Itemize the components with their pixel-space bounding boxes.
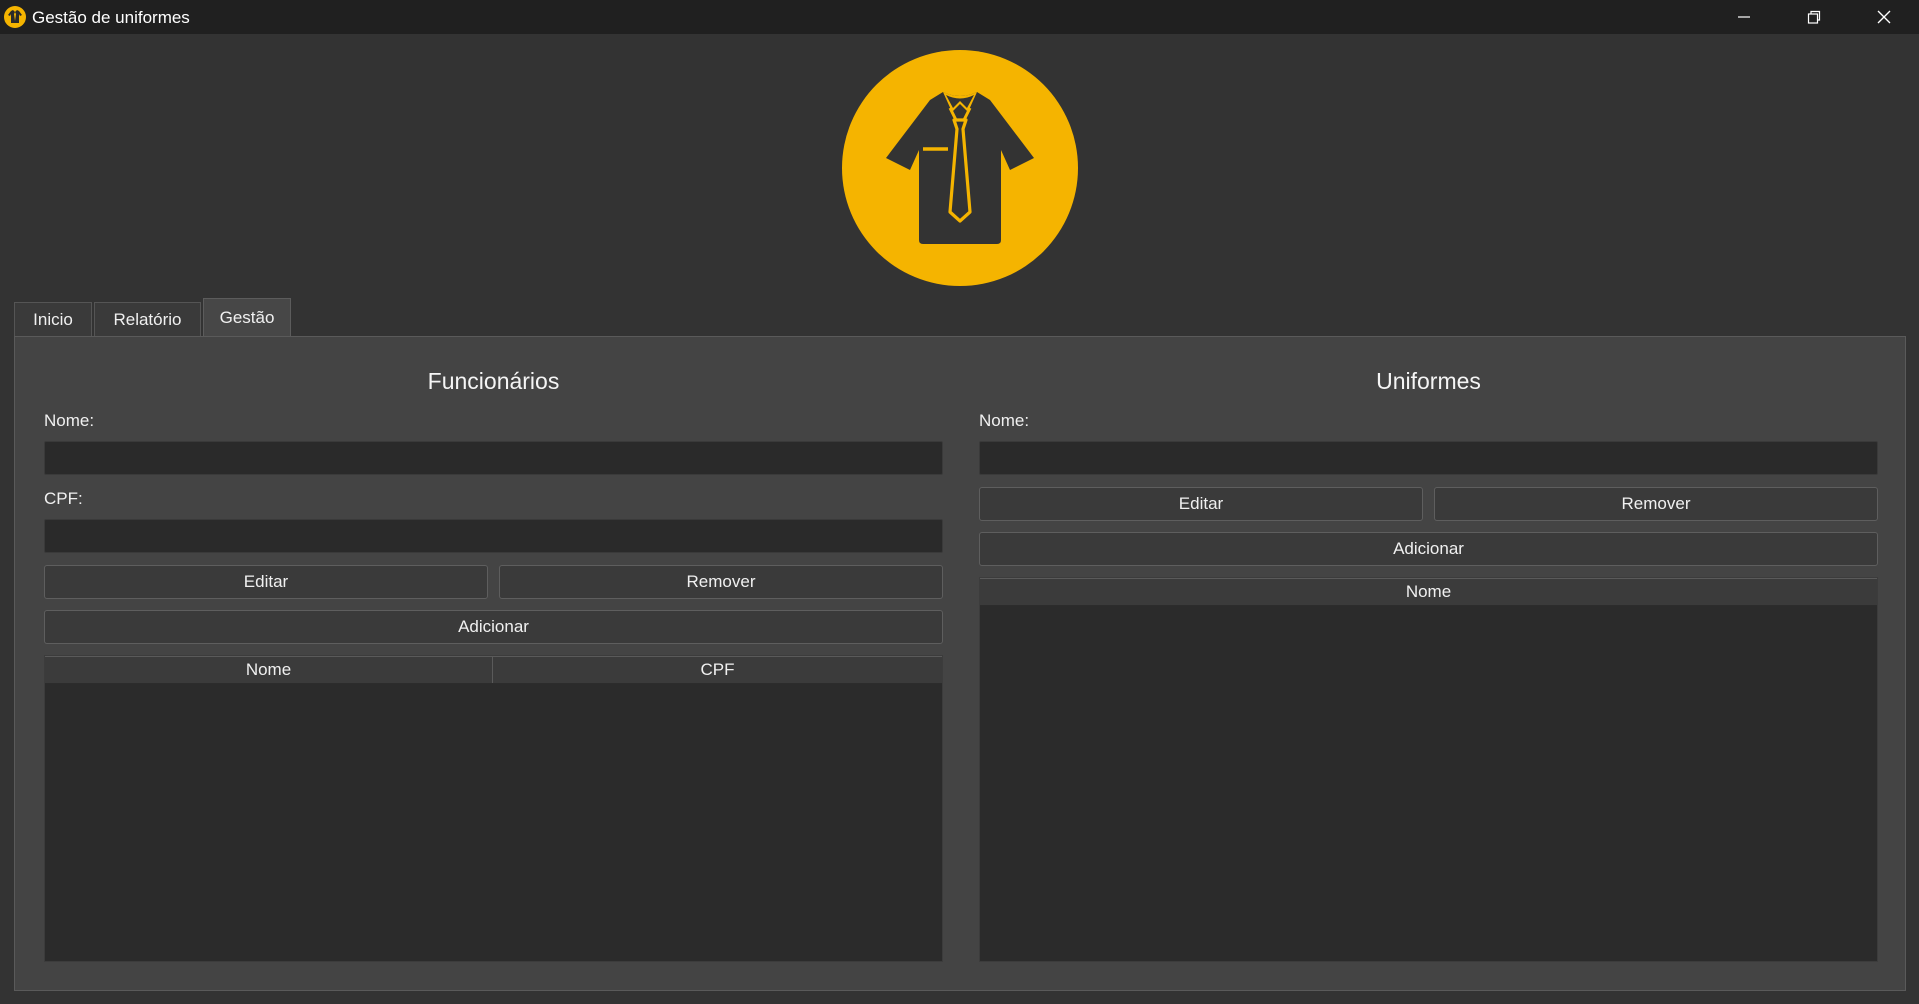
column-header-nome[interactable]: Nome xyxy=(980,579,1877,605)
shirt-tie-logo-icon xyxy=(842,50,1078,286)
funcionarios-cpf-input[interactable] xyxy=(44,519,943,553)
minimize-button[interactable] xyxy=(1709,0,1779,34)
funcionarios-nome-label: Nome: xyxy=(44,411,95,430)
window-title: Gestão de uniformes xyxy=(32,8,190,27)
close-icon xyxy=(1877,10,1891,24)
column-header-cpf[interactable]: CPF xyxy=(492,657,942,683)
restore-button[interactable] xyxy=(1779,0,1849,34)
title-bar: Gestão de uniformes xyxy=(0,0,1919,34)
funcionarios-nome-input[interactable] xyxy=(44,441,943,475)
tab-gestao[interactable]: Gestão xyxy=(203,298,291,336)
shirt-logo-icon xyxy=(4,6,26,28)
tab-relatorio[interactable]: Relatório xyxy=(94,302,201,336)
uniformes-title: Uniformes xyxy=(1376,368,1481,394)
close-button[interactable] xyxy=(1849,0,1919,34)
uniformes-nome-input[interactable] xyxy=(979,441,1878,475)
column-header-nome[interactable]: Nome xyxy=(45,657,492,683)
funcionarios-edit-button[interactable]: Editar xyxy=(44,565,488,599)
funcionarios-remove-button[interactable]: Remover xyxy=(499,565,943,599)
uniformes-nome-label: Nome: xyxy=(979,411,1030,430)
uniformes-edit-button[interactable]: Editar xyxy=(979,487,1423,521)
uniformes-add-button[interactable]: Adicionar xyxy=(979,532,1878,566)
uniformes-table[interactable]: Nome xyxy=(979,577,1878,962)
gestao-panel: Funcionários Nome: CPF: Editar Remover A… xyxy=(14,336,1906,991)
funcionarios-table[interactable]: Nome CPF xyxy=(44,655,943,962)
tab-inicio[interactable]: Inicio xyxy=(14,302,92,336)
minimize-icon xyxy=(1738,16,1750,18)
restore-icon xyxy=(1807,10,1821,24)
funcionarios-cpf-label: CPF: xyxy=(44,489,83,508)
uniformes-remove-button[interactable]: Remover xyxy=(1434,487,1878,521)
funcionarios-add-button[interactable]: Adicionar xyxy=(44,610,943,644)
funcionarios-title: Funcionários xyxy=(427,368,560,394)
funcionarios-table-header: Nome CPF xyxy=(45,656,942,684)
uniformes-table-header: Nome xyxy=(980,578,1877,606)
